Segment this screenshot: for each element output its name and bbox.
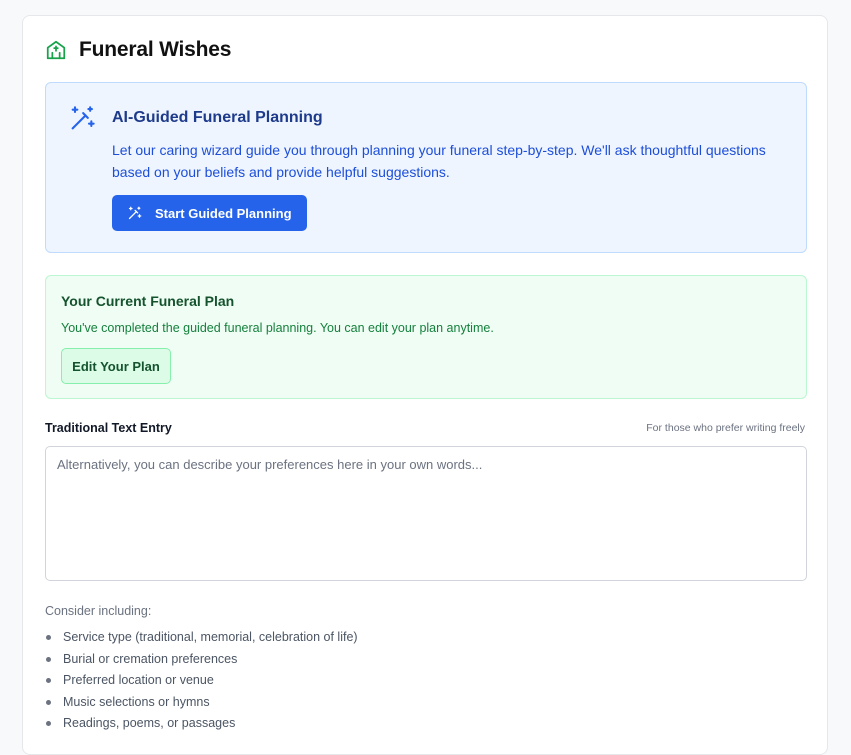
page-header: Funeral Wishes <box>45 38 231 62</box>
home-heart-icon <box>46 40 66 60</box>
list-item: Preferred location or venue <box>45 671 358 693</box>
list-item: Readings, poems, or passages <box>45 714 358 736</box>
page-title: Funeral Wishes <box>79 38 232 61</box>
traditional-entry-hint: For those who prefer writing freely <box>646 422 805 434</box>
list-item: Music selections or hymns <box>45 693 358 715</box>
edit-plan-button[interactable]: Edit Your Plan <box>61 348 171 384</box>
current-plan-heading: Your Current Funeral Plan <box>61 293 235 309</box>
list-item: Burial or cremation preferences <box>45 650 358 672</box>
list-item: Service type (traditional, memorial, cel… <box>45 628 358 650</box>
current-plan-description: You've completed the guided funeral plan… <box>61 321 494 335</box>
suggestions-heading: Consider including: <box>45 604 152 618</box>
ai-panel-heading: AI-Guided Funeral Planning <box>112 109 323 126</box>
preferences-textarea[interactable] <box>45 446 807 581</box>
traditional-entry-label: Traditional Text Entry <box>45 421 172 435</box>
start-guided-planning-button[interactable]: Start Guided Planning <box>112 195 307 231</box>
magic-wand-icon <box>128 206 142 219</box>
funeral-wishes-card: Funeral Wishes AI-Guided Funeral Plannin… <box>22 15 828 755</box>
ai-panel-description: Let our caring wizard guide you through … <box>112 142 766 180</box>
start-guided-planning-label: Start Guided Planning <box>155 205 292 221</box>
ai-guided-planning-panel: AI-Guided Funeral Planning Let our carin… <box>45 82 807 253</box>
magic-wand-icon <box>71 106 95 130</box>
current-plan-panel: Your Current Funeral Plan You've complet… <box>45 275 807 399</box>
suggestions-list: Service type (traditional, memorial, cel… <box>45 628 358 736</box>
